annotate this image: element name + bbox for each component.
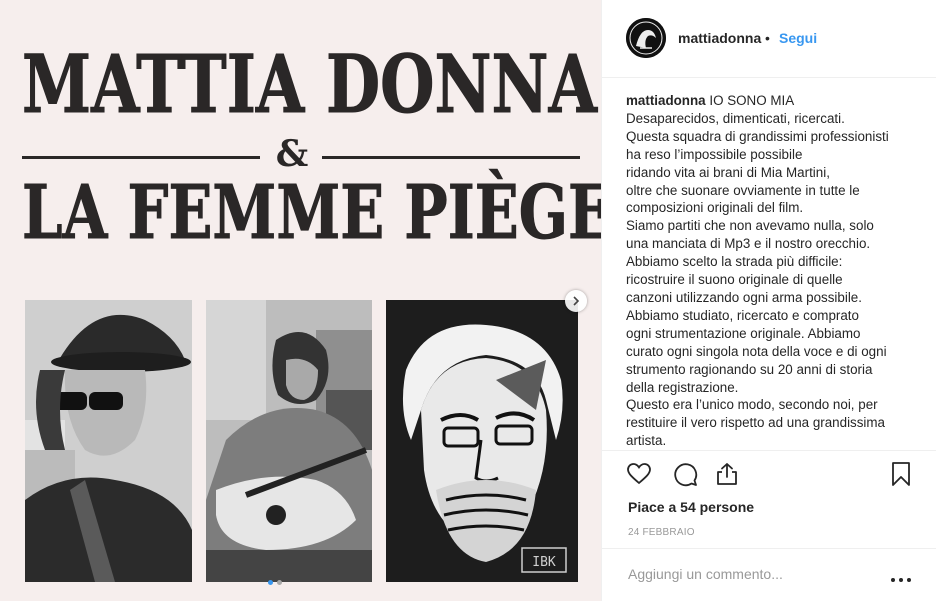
caption-line: restituire il vero rispetto ad una grand… [626, 415, 886, 431]
caption-line: ha reso l’impossibile possibile [626, 146, 803, 162]
caption-line: curato ogni singola nota della voce e di… [626, 343, 887, 359]
post-side-panel: mattiadonna • Segui mattiadonna IO SONO … [601, 0, 936, 601]
carousel-dot [277, 580, 282, 585]
poster-headline-artist: MATTIA DONNA [22, 37, 598, 131]
chevron-right-icon [573, 296, 580, 306]
like-button[interactable] [626, 461, 652, 487]
poster-illustration-portrait: IBK [386, 300, 578, 582]
caption-line: canzoni utilizzando ogni arma possibile. [626, 289, 862, 305]
caption-line: ogni strumentazione originale. Abbiamo [626, 325, 861, 341]
heart-icon [627, 463, 651, 485]
caption-line: composizioni originali del film. [626, 200, 804, 216]
caption-line: oltre che suonare ovviamente in tutte le [626, 182, 860, 198]
carousel-next-button[interactable] [565, 290, 587, 312]
save-button[interactable] [888, 461, 914, 487]
caption-line: Siamo partiti che non avevamo nulla, sol… [626, 218, 874, 234]
share-button[interactable] [714, 461, 740, 487]
comment-input[interactable]: Aggiungi un commento... [628, 566, 783, 582]
poster-photo-singer [25, 300, 192, 582]
comment-icon [674, 463, 698, 487]
comment-button[interactable] [672, 461, 698, 487]
caption-line: Questo era l’unico modo, secondo noi, pe… [626, 397, 878, 413]
bookmark-icon [892, 462, 910, 486]
header-separator: • [765, 30, 770, 46]
caption-line: ricostruire il suono originale di quelle [626, 272, 843, 288]
carousel-dot-active [268, 580, 273, 585]
caption-line: Abbiamo studiato, ricercato e comprato [626, 307, 859, 323]
post-actions-bar [602, 450, 936, 496]
caption-username-link[interactable]: mattiadonna [626, 93, 706, 108]
follow-button[interactable]: Segui [779, 30, 817, 46]
poster-ampersand: & [275, 133, 309, 175]
caption-line: Questa squadra di grandissimi profession… [626, 128, 889, 144]
avatar[interactable] [626, 18, 666, 58]
caption-line: una manciata di Mp3 e il nostro orecchio… [626, 236, 871, 252]
caption-line: della registrazione. [626, 379, 739, 395]
post-date[interactable]: 24 FEBBRAIO [628, 527, 695, 538]
post-header: mattiadonna • Segui [602, 0, 936, 78]
header-username-link[interactable]: mattiadonna [678, 30, 761, 46]
caption-line: artista. [626, 433, 667, 449]
post-caption: mattiadonna IO SONO MIA Desaparecidos, d… [626, 92, 922, 450]
caption-line: ridando vita ai brani di Mia Martini, [626, 164, 830, 180]
caption-line: Abbiamo scelto la strada più difficile: [626, 254, 843, 270]
illustrator-signature: IBK [532, 555, 556, 570]
post-image[interactable]: MATTIA DONNA & LA FEMME PIÈGE IBK [0, 0, 601, 601]
caption-first-line: IO SONO MIA [709, 93, 795, 108]
poster-headline-band: LA FEMME PIÈGE [22, 170, 601, 256]
caption-line: strumento ragionando su 20 anni di stori… [626, 361, 873, 377]
share-icon [717, 463, 737, 485]
poster-photo-guitarist [206, 300, 372, 582]
more-icon [891, 578, 911, 582]
likes-count-link[interactable]: Piace a 54 persone [628, 499, 754, 515]
comment-form: Aggiungi un commento... [602, 548, 936, 601]
poster-divider-right [322, 156, 580, 159]
carousel-indicator [268, 580, 282, 585]
poster-divider-left [22, 156, 260, 159]
more-options-button[interactable] [890, 571, 912, 582]
caption-line: Desaparecidos, dimenticati, ricercati. [626, 110, 845, 126]
